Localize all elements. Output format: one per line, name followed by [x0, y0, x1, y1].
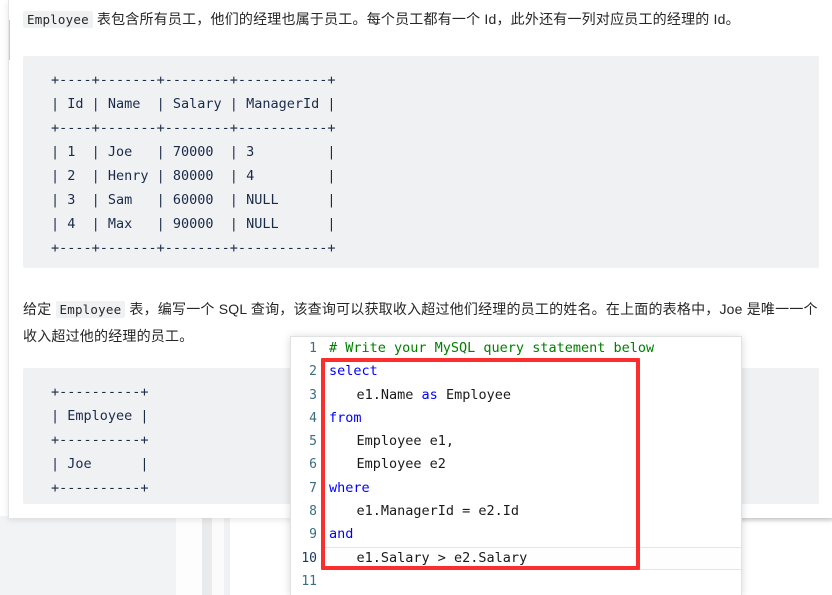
code-text-10[interactable]: e1.Salary > e2.Salary [323, 546, 741, 570]
intro-paragraph: Employee 表包含所有员工，他们的经理也属于员工。每个员工都有一个 Id，… [9, 6, 832, 33]
code-token: from [329, 409, 362, 426]
code-line-11[interactable]: 11 [291, 570, 741, 593]
code-token: e1.Salary > e2.Salary [324, 549, 528, 566]
background-strip-d [212, 516, 224, 595]
code-line-9[interactable]: 9 and [291, 523, 741, 546]
line-number-11: 11 [301, 573, 317, 589]
task-paragraph-prefix: 给定 [23, 301, 56, 317]
code-token: select [329, 363, 378, 380]
code-text-6[interactable]: Employee e2 [323, 453, 741, 477]
code-text-1[interactable]: # Write your MySQL query statement below [323, 337, 741, 360]
code-text-2[interactable]: select [323, 360, 741, 383]
employee-table-ascii: +----+-------+--------+-----------+ | Id… [23, 56, 819, 268]
line-number-8: 8 [309, 504, 317, 520]
code-text-8[interactable]: e1.ManagerId = e2.Id [323, 500, 741, 524]
background-strip-b [176, 516, 202, 595]
code-token: Employee e1, [324, 433, 455, 450]
code-editor-lines[interactable]: 1 # Write your MySQL query statement belo… [291, 337, 741, 595]
code-line-7[interactable]: 7 where [291, 477, 741, 500]
line-number-9: 9 [309, 527, 317, 543]
code-text-3[interactable]: e1.Name as Employee [323, 383, 741, 407]
code-text-7[interactable]: where [323, 477, 741, 500]
screen-root: Employee 表包含所有员工，他们的经理也属于员工。每个员工都有一个 Id，… [0, 0, 832, 595]
code-line-1[interactable]: 1 # Write your MySQL query statement belo… [291, 337, 741, 360]
code-line-4[interactable]: 4 from [291, 407, 741, 430]
code-line-8[interactable]: 8 e1.ManagerId = e2.Id [291, 500, 741, 524]
code-text-5[interactable]: Employee e1, [323, 430, 741, 454]
intro-paragraph-text: 表包含所有员工，他们的经理也属于员工。每个员工都有一个 Id，此外还有一列对应员… [92, 11, 740, 27]
background-strip-left [0, 516, 176, 595]
inline-code-employee-2: Employee [55, 301, 126, 318]
line-number-7: 7 [309, 480, 317, 496]
background-right-panel-shadow [742, 518, 832, 523]
background-divider [202, 516, 212, 595]
line-number-3: 3 [309, 387, 317, 403]
line-number-10: 10 [301, 550, 317, 566]
code-line-10[interactable]: 10 e1.Salary > e2.Salary [291, 546, 741, 570]
code-text-9[interactable]: and [323, 523, 741, 546]
code-token: where [329, 479, 370, 496]
code-token: e1.ManagerId = e2.Id [324, 503, 520, 520]
line-number-4: 4 [309, 410, 317, 426]
code-line-2[interactable]: 2 select [291, 360, 741, 383]
inline-code-employee-1: Employee [23, 11, 93, 28]
code-token: and [329, 526, 354, 543]
code-token: Employee e2 [324, 456, 446, 473]
line-number-5: 5 [309, 434, 317, 450]
code-text-4[interactable]: from [323, 407, 741, 430]
line-number-6: 6 [309, 457, 317, 473]
code-token: e1.Name [324, 386, 422, 403]
code-token: as [421, 386, 438, 403]
code-line-3[interactable]: 3 e1.Name as Employee [291, 383, 741, 407]
background-strip-e [224, 516, 230, 595]
code-token: Employee [437, 386, 511, 403]
code-token: # Write your MySQL query statement below [329, 340, 655, 356]
code-line-5[interactable]: 5 Employee e1, [291, 430, 741, 454]
code-editor-panel[interactable]: 1 # Write your MySQL query statement belo… [290, 336, 742, 595]
code-line-6[interactable]: 6 Employee e2 [291, 453, 741, 477]
line-number-1: 1 [309, 341, 317, 356]
line-number-2: 2 [309, 364, 317, 380]
